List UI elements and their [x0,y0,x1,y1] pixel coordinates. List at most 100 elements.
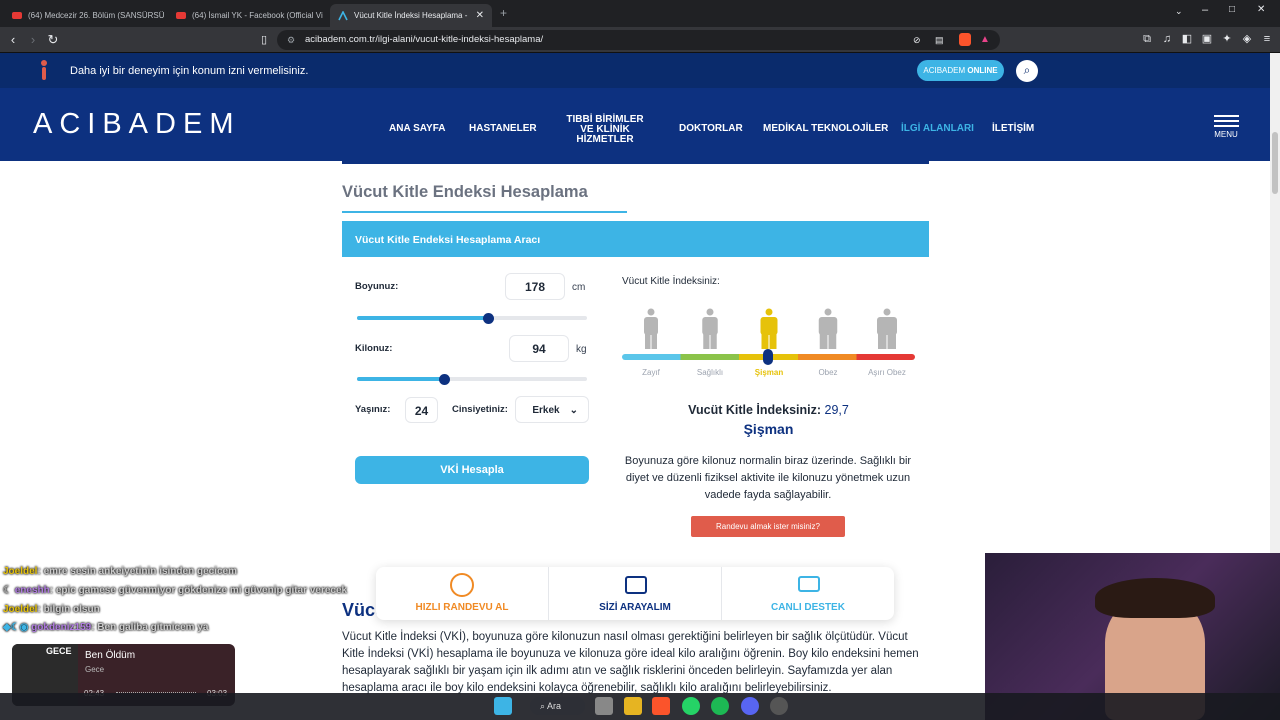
back-icon[interactable]: ‹ [4,31,22,49]
article-text: Vücut Kitle İndeksi (VKİ), boyunuza göre… [342,631,919,694]
reload-icon[interactable]: ↻ [44,31,62,49]
chevron-down-icon: ⌄ [569,405,578,416]
close-tab-icon[interactable]: ✕ [476,10,484,21]
acibadem-online-button[interactable]: ACIBADEM ONLINE [917,60,1004,81]
chat-user: Joeldel [3,566,38,577]
brave-icon[interactable] [652,697,670,715]
gender-label: Cinsiyetiniz: [452,404,508,415]
live-support-label: CANLI DESTEK [771,602,845,613]
chat-user: Joeldel [3,604,38,615]
bmi-result-line: Vucüt Kitle İndeksiniz: 29,7 [622,403,915,417]
nav-tibbi-birimler[interactable]: TIBBİ BİRİMLER VE KLİNİK HİZMETLER [555,115,655,145]
menu-label: MENU [1214,130,1238,139]
whatsapp-icon[interactable] [682,697,700,715]
location-notice-bar: Daha iyi bir deneyim için konum izni ver… [0,53,1270,88]
live-support-button[interactable]: CANLI DESTEK [722,567,894,620]
search-icon[interactable]: ⌕ [1016,60,1038,82]
tab-medcezir[interactable]: (64) Medcezir 26. Bölüm (SANSÜRSÜ [4,4,164,27]
wallet-icon[interactable]: ▣ [1200,32,1214,46]
quick-appointment-button[interactable]: HIZLI RANDEVU AL [376,567,548,620]
age-label: Yaşınız: [355,404,391,415]
chat-text: : epic gamese güvenmiyor gökdenize mi gü… [49,585,348,596]
new-tab-icon[interactable]: + [500,6,507,20]
nav-hastaneler[interactable]: HASTANELER [469,124,537,134]
album-title: GECE [46,646,72,656]
page-scrollbar[interactable] [1270,53,1280,553]
main-navigation: ACIBADEM ANA SAYFA HASTANELER TIBBİ BİRİ… [0,88,1270,161]
weight-slider[interactable] [357,377,587,381]
chat-bubble-icon [798,576,820,592]
tab-vki[interactable]: Vücut Kitle İndeksi Hesaplama - ✕ [330,4,492,27]
brave-rewards-icon[interactable]: ▲ [980,30,990,50]
age-input[interactable]: 24 [405,397,438,423]
bookmark-icon[interactable]: ▯ [255,31,273,49]
quick-appointment-label: HIZLI RANDEVU AL [415,602,509,613]
browser-tab-bar: (64) Medcezir 26. Bölüm (SANSÜRSÜ (64) İ… [0,0,1280,27]
appointment-button[interactable]: Randevu almak ister misiniz? [691,516,845,537]
minimize-icon[interactable]: – [1202,4,1208,16]
reader-icon[interactable]: ▤ [935,30,944,50]
location-notice-text: Daha iyi bir deneyim için konum izni ver… [70,65,309,77]
media-icon[interactable]: ♫ [1160,32,1174,46]
discord-icon[interactable] [741,697,759,715]
call-us-button[interactable]: SİZİ ARAYALIM [549,567,721,620]
url-bar[interactable]: ⚙ acibadem.com.tr/ilgi-alani/vucut-kitle… [277,30,1000,50]
forward-icon[interactable]: › [24,31,42,49]
sidebar-icon[interactable]: ◧ [1180,32,1194,46]
task-view-icon[interactable] [595,697,613,715]
start-icon[interactable] [494,697,512,715]
content-top-border [342,161,929,164]
person-1-icon [702,308,718,349]
page-title: Vücut Kitle Endeksi Hesaplama [342,183,588,201]
file-explorer-icon[interactable] [624,697,642,715]
weight-input[interactable]: 94 [509,335,569,362]
bmi-category: Şişman [743,421,794,437]
height-label: Boyunuz: [355,281,399,292]
weight-label: Kilonuz: [355,343,393,354]
person-2-icon [760,308,778,349]
bmi-result-value: 29,7 [824,403,849,417]
tab-ismail-yk[interactable]: (64) İsmail YK - Facebook (Official Vi [168,4,326,27]
leo-icon[interactable]: ✦ [1220,32,1234,46]
chat-message: ☾ eneshh: epic gamese güvenmiyor gökdeni… [3,585,347,596]
height-input[interactable]: 178 [505,273,565,300]
vki-hesapla-button[interactable]: VKİ Hesapla [355,456,589,484]
close-window-icon[interactable]: ✕ [1257,4,1265,15]
browser-menu-icon[interactable]: ≡ [1260,32,1274,46]
hamburger-menu-button[interactable]: MENU [1210,112,1242,139]
tab-list-icon[interactable]: ⌄ [1175,6,1183,17]
chat-text: : Ben galiba gitmicem ya [91,622,209,633]
extensions-icon[interactable]: ⧉ [1140,32,1154,46]
height-slider[interactable] [357,316,587,320]
hamburger-line [1213,120,1239,122]
nav-ilgi-alanlari[interactable]: İLGİ ALANLARI [901,124,974,134]
person-3-icon [818,308,838,349]
nav-medikal-teknolojiler[interactable]: MEDİKAL TEKNOLOJİLER [763,124,888,134]
call-us-label: SİZİ ARAYALIM [599,602,671,613]
chat-user: eneshh [14,585,50,596]
bmi-category-label: Zayıf [642,368,660,377]
maximize-icon[interactable]: □ [1229,4,1235,15]
acibadem-logo[interactable]: ACIBADEM [33,108,240,141]
scrollbar-thumb[interactable] [1272,132,1278,194]
youtube-icon [176,12,186,19]
floating-action-bar: HIZLI RANDEVU AL SİZİ ARAYALIM CANLI DES… [376,567,894,620]
site-info-icon[interactable]: ⚙ [287,30,295,50]
height-unit: cm [572,282,586,293]
chat-message: Joeldel: emre sesin ankeiyetinin isinden… [3,566,237,577]
vpn-icon[interactable]: ◈ [1240,32,1254,46]
tracking-icon[interactable]: ⊘ [913,30,921,50]
gender-select[interactable]: Erkek ⌄ [515,396,589,423]
obs-icon[interactable] [770,697,788,715]
brave-shields-icon[interactable] [959,33,971,46]
taskbar-search[interactable]: ⌕ Ara [530,697,585,715]
chat-message: ◆☾◉ gokdeniz159: Ben galiba gitmicem ya [3,622,208,633]
tool-header: Vücut Kitle Endeksi Hesaplama Aracı [342,221,929,257]
nav-iletisim[interactable]: İLETİŞİM [992,124,1034,134]
spotify-icon[interactable] [711,697,729,715]
hamburger-icon [1213,115,1239,117]
nav-doktorlar[interactable]: DOKTORLAR [679,124,743,134]
chat-message: Joeldel: bilgin olsun [3,604,100,615]
person-4-icon [877,308,897,349]
nav-ana-sayfa[interactable]: ANA SAYFA [389,124,446,134]
